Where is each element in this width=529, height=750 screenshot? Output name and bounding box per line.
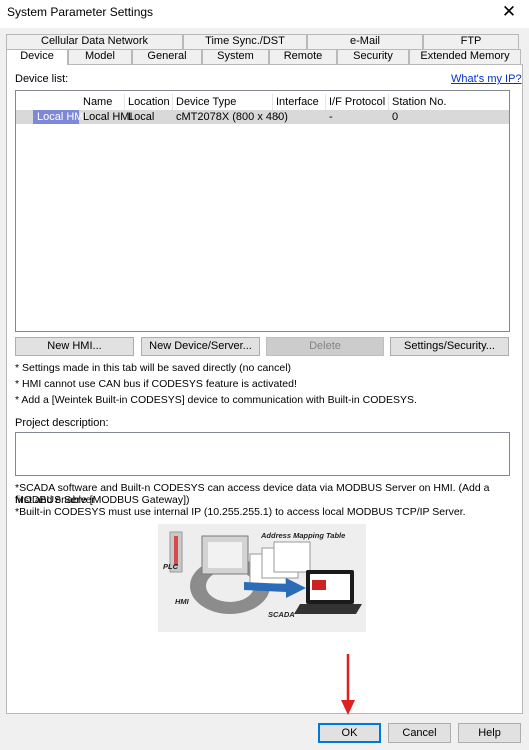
row-interface: - [276,111,280,123]
tab-time-sync[interactable]: Time Sync./DST [183,34,307,49]
tab-extended-memory[interactable]: Extended Memory [409,49,521,64]
new-device-server-button[interactable]: New Device/Server... [141,337,260,356]
title-bar: System Parameter Settings ✕ [0,0,529,28]
device-list-header: Name Location Device Type Interface I/F … [16,94,509,111]
ok-button[interactable]: OK [318,723,381,743]
column-name[interactable]: Name [80,94,125,111]
tab-remote[interactable]: Remote [269,49,337,64]
column-if-protocol[interactable]: I/F Protocol [326,94,389,111]
red-arrow-annotation [341,654,355,715]
tab-system[interactable]: System [202,49,269,64]
tab-security[interactable]: Security [337,49,409,64]
table-row[interactable]: Local HMI Local HMI Local cMT2078X (800 … [16,110,509,124]
tab-general[interactable]: General [132,49,202,64]
help-button[interactable]: Help [458,723,521,743]
note-save-directly: * Settings made in this tab will be save… [15,362,292,374]
info-line-3: *Built-in CODESYS must use internal IP (… [15,506,466,518]
project-description-field[interactable] [15,432,510,476]
delete-button[interactable]: Delete [266,337,384,356]
diagram-hmi-label: HMI [175,597,190,606]
tab-cellular-data-network[interactable]: Cellular Data Network [6,34,183,49]
column-location[interactable]: Location [125,94,173,111]
info-line-2: first and enable [MODBUS Gateway]) [15,494,190,506]
diagram-plc-label: PLC [163,562,179,571]
row-station: 0 [392,111,399,123]
diagram-illustration: Address Mapping Table PLC HMI SCADA [158,524,366,632]
cancel-button[interactable]: Cancel [388,723,451,743]
window-title: System Parameter Settings [7,5,154,19]
device-list[interactable]: Name Location Device Type Interface I/F … [15,90,510,332]
settings-security-button[interactable]: Settings/Security... [390,337,509,356]
project-description-label: Project description: [15,417,109,429]
diagram-scada-label: SCADA [268,610,295,619]
row-protocol: - [329,111,333,123]
tab-email[interactable]: e-Mail [307,34,423,49]
row-location: Local [128,111,155,123]
row-device-type: cMT2078X (800 x 480) [176,111,288,123]
column-device-type[interactable]: Device Type [173,94,273,111]
new-hmi-button[interactable]: New HMI... [15,337,134,356]
column-interface[interactable]: Interface [273,94,326,111]
note-codesys: * Add a [Weintek Built-in CODESYS] devic… [15,394,417,406]
row-tag: Local HMI [33,110,87,124]
device-list-label: Device list: [15,73,69,85]
close-icon[interactable]: ✕ [497,2,521,22]
note-can-bus: * HMI cannot use CAN bus if CODESYS feat… [15,378,297,390]
column-station-no[interactable]: Station No. [389,94,511,111]
tab-model[interactable]: Model [68,49,132,64]
whats-my-ip-link[interactable]: What's my IP? [451,73,522,85]
modbus-gateway-diagram: Address Mapping Table PLC HMI SCADA [158,524,366,632]
tab-device[interactable]: Device [6,49,68,65]
tab-ftp[interactable]: FTP [423,34,519,49]
diagram-mapping-label: Address Mapping Table [260,531,345,540]
